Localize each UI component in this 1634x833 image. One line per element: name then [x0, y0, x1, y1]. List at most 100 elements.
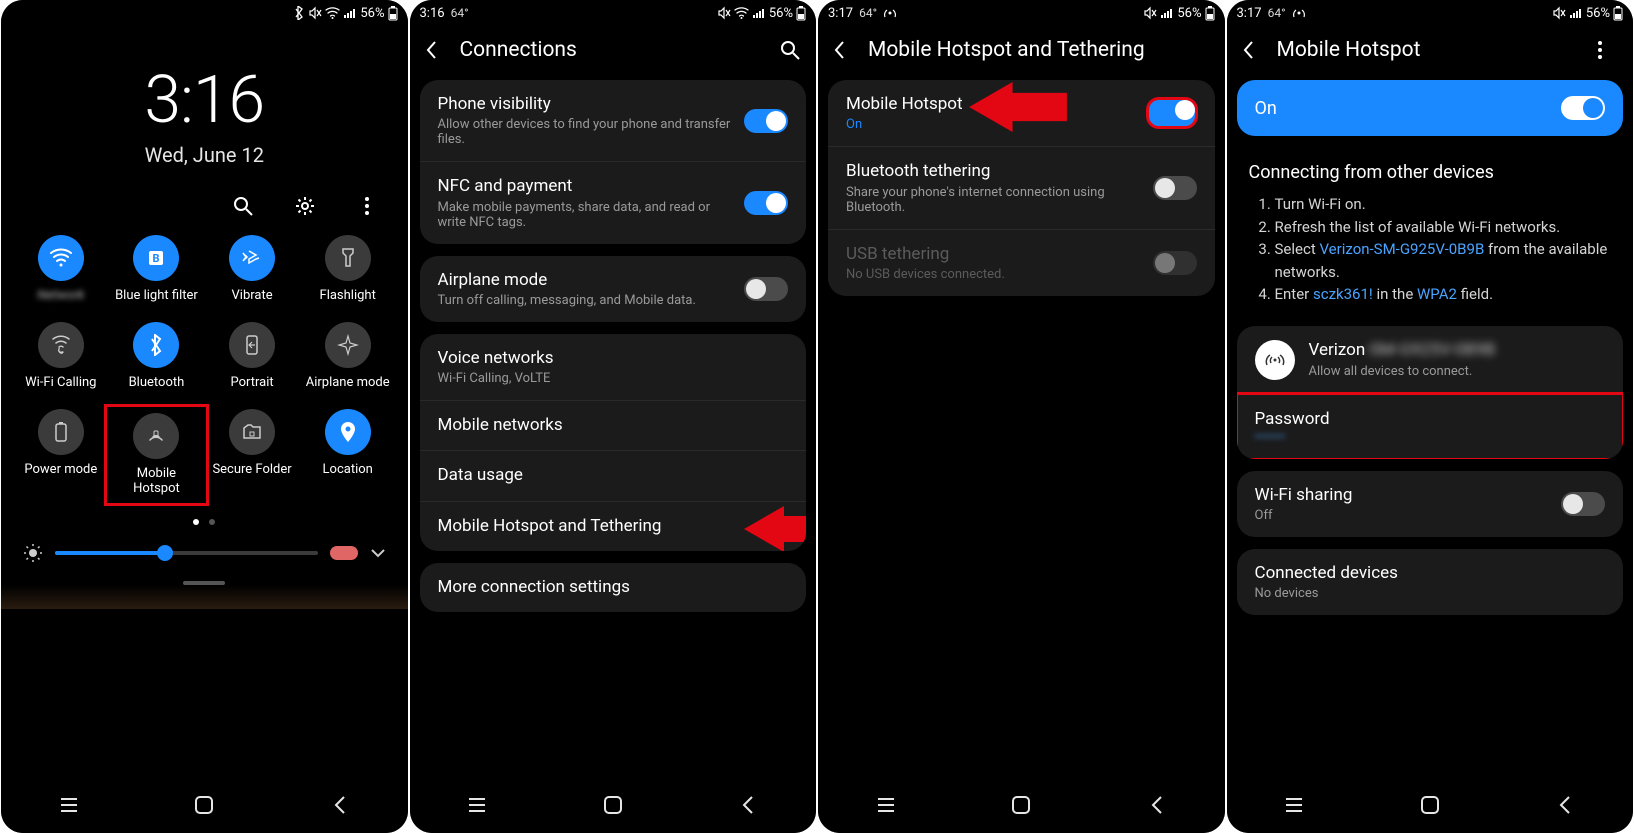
signal-icon — [752, 7, 766, 19]
row-connected-devices[interactable]: Connected devicesNo devices — [1237, 549, 1624, 615]
home-button[interactable] — [602, 794, 624, 816]
qs-airplane[interactable]: Airplane mode — [300, 322, 396, 391]
usb-tethering-switch — [1153, 251, 1197, 275]
connection-instructions: Turn Wi-Fi on. Refresh the list of avail… — [1227, 193, 1634, 320]
mute-icon — [1552, 6, 1566, 20]
row-more-connections[interactable]: More connection settings — [420, 563, 807, 612]
back-button[interactable] — [1554, 794, 1576, 816]
row-nfc[interactable]: NFC and paymentMake mobile payments, sha… — [420, 161, 807, 243]
row-data-usage[interactable]: Data usage — [420, 450, 807, 500]
chevron-down-icon[interactable] — [370, 548, 386, 558]
status-bar: 3:17 64° 56% — [1227, 0, 1634, 26]
nfc-switch[interactable] — [744, 191, 788, 215]
mobile-hotspot-screen: 3:17 64° 56% Mobile Hotspot On .on-bar .… — [1227, 0, 1634, 833]
navigation-bar — [410, 777, 817, 833]
settings-card-3: Voice networksWi-Fi Calling, VoLTE Mobil… — [420, 334, 807, 551]
battery-icon — [1205, 6, 1215, 21]
row-mobile-hotspot[interactable]: Mobile HotspotOn — [828, 80, 1215, 146]
qs-location[interactable]: Location — [300, 409, 396, 501]
qs-power-mode[interactable]: Power mode — [13, 409, 109, 501]
row-password[interactable]: Password ••••••• — [1237, 394, 1624, 459]
back-button[interactable] — [737, 794, 759, 816]
step-2: Refresh the list of available Wi-Fi netw… — [1275, 216, 1612, 239]
recents-button[interactable] — [466, 794, 488, 816]
search-icon[interactable] — [780, 40, 802, 60]
status-bar: 56% — [1, 0, 408, 26]
phone-visibility-switch[interactable] — [744, 109, 788, 133]
step-1: Turn Wi-Fi on. — [1275, 193, 1612, 216]
settings-card-1: Phone visibilityAllow other devices to f… — [420, 80, 807, 244]
row-usb-tethering: USB tetheringNo USB devices connected. — [828, 229, 1215, 296]
back-button[interactable] — [1146, 794, 1168, 816]
gear-icon[interactable] — [294, 195, 316, 217]
recents-button[interactable] — [58, 794, 80, 816]
brightness-icon — [23, 543, 43, 563]
battery-text: 56% — [360, 6, 384, 21]
qs-portrait[interactable]: Portrait — [204, 322, 300, 391]
airplane-switch[interactable] — [744, 277, 788, 301]
pager-dots — [1, 519, 408, 525]
row-ssid[interactable]: Verizon-SM-G925V-0B9B Allow all devices … — [1237, 326, 1624, 394]
hotspot-master-switch-bar[interactable]: On .on-bar .switch.on::after{background:… — [1237, 80, 1624, 136]
hotspot-switch[interactable] — [1147, 98, 1197, 128]
qs-secure-folder[interactable]: Secure Folder — [204, 409, 300, 501]
connected-devices-card: Connected devicesNo devices — [1237, 549, 1624, 615]
row-bluetooth-tethering[interactable]: Bluetooth tetheringShare your phone's in… — [828, 146, 1215, 228]
row-wifi-sharing[interactable]: Wi-Fi sharingOff — [1237, 471, 1624, 537]
settings-card-2: Airplane modeTurn off calling, messaging… — [420, 256, 807, 322]
navigation-bar — [1227, 777, 1634, 833]
status-time: 3:16 — [420, 6, 445, 21]
home-button[interactable] — [193, 794, 215, 816]
step-3: Select Verizon-SM-G925V-0B9B from the av… — [1275, 238, 1612, 283]
qs-mobile-hotspot[interactable]: Mobile Hotspot — [109, 409, 205, 501]
signal-icon — [1160, 7, 1174, 19]
recents-button[interactable] — [1283, 794, 1305, 816]
qs-bluelight[interactable]: B Blue light filter — [109, 235, 205, 304]
search-icon[interactable] — [232, 195, 254, 217]
qs-wifi-calling[interactable]: Wi-Fi Calling — [13, 322, 109, 391]
wifi-icon — [734, 7, 749, 19]
mute-icon — [1143, 6, 1157, 20]
qs-vibrate[interactable]: Vibrate — [204, 235, 300, 304]
connections-screen: 3:16 64° 56% Connections Phone visibilit… — [410, 0, 817, 833]
panel-actions — [1, 167, 408, 229]
row-phone-visibility[interactable]: Phone visibilityAllow other devices to f… — [420, 80, 807, 161]
battery-icon — [388, 6, 398, 21]
battery-text: 56% — [1586, 6, 1610, 21]
back-icon[interactable] — [832, 39, 854, 61]
page-title: Mobile Hotspot and Tethering — [868, 38, 1211, 62]
home-button[interactable] — [1010, 794, 1032, 816]
wifi-sharing-switch[interactable] — [1561, 492, 1605, 516]
more-icon[interactable] — [1597, 40, 1619, 60]
back-icon[interactable] — [424, 39, 446, 61]
brightness-slider[interactable] — [55, 551, 318, 555]
bt-tethering-switch[interactable] — [1153, 176, 1197, 200]
row-hotspot-tethering[interactable]: Mobile Hotspot and Tethering — [420, 501, 807, 551]
connecting-heading: Connecting from other devices — [1227, 142, 1634, 193]
row-mobile-networks[interactable]: Mobile networks — [420, 400, 807, 450]
qs-wifi[interactable]: Network — [13, 235, 109, 304]
on-label: On — [1255, 98, 1552, 119]
hotspot-master-switch[interactable]: .on-bar .switch.on::after{background:#1a… — [1561, 96, 1605, 120]
more-icon[interactable] — [356, 195, 378, 217]
qs-wifi-label: Network — [37, 289, 84, 304]
signal-icon — [1569, 7, 1583, 19]
battery-text: 56% — [769, 6, 793, 21]
recents-button[interactable] — [875, 794, 897, 816]
mute-icon — [717, 6, 731, 20]
back-button[interactable] — [329, 794, 351, 816]
auto-brightness-toggle[interactable] — [330, 546, 358, 560]
battery-text: 56% — [1177, 6, 1201, 21]
home-button[interactable] — [1419, 794, 1441, 816]
qs-flashlight[interactable]: Flashlight — [300, 235, 396, 304]
ssid-card: Verizon-SM-G925V-0B9B Allow all devices … — [1237, 326, 1624, 459]
back-icon[interactable] — [1241, 39, 1263, 61]
status-bar: 3:17 64° 56% — [818, 0, 1225, 26]
row-airplane[interactable]: Airplane modeTurn off calling, messaging… — [420, 256, 807, 322]
svg-text:B: B — [153, 252, 160, 265]
qs-bluetooth[interactable]: Bluetooth — [109, 322, 205, 391]
password-link: sczk361! — [1313, 285, 1373, 303]
quick-settings-screen: 56% 3:16 Wed, June 12 Network B Blue lig… — [1, 0, 408, 833]
hotspot-status-icon — [1292, 7, 1306, 19]
row-voice-networks[interactable]: Voice networksWi-Fi Calling, VoLTE — [420, 334, 807, 400]
